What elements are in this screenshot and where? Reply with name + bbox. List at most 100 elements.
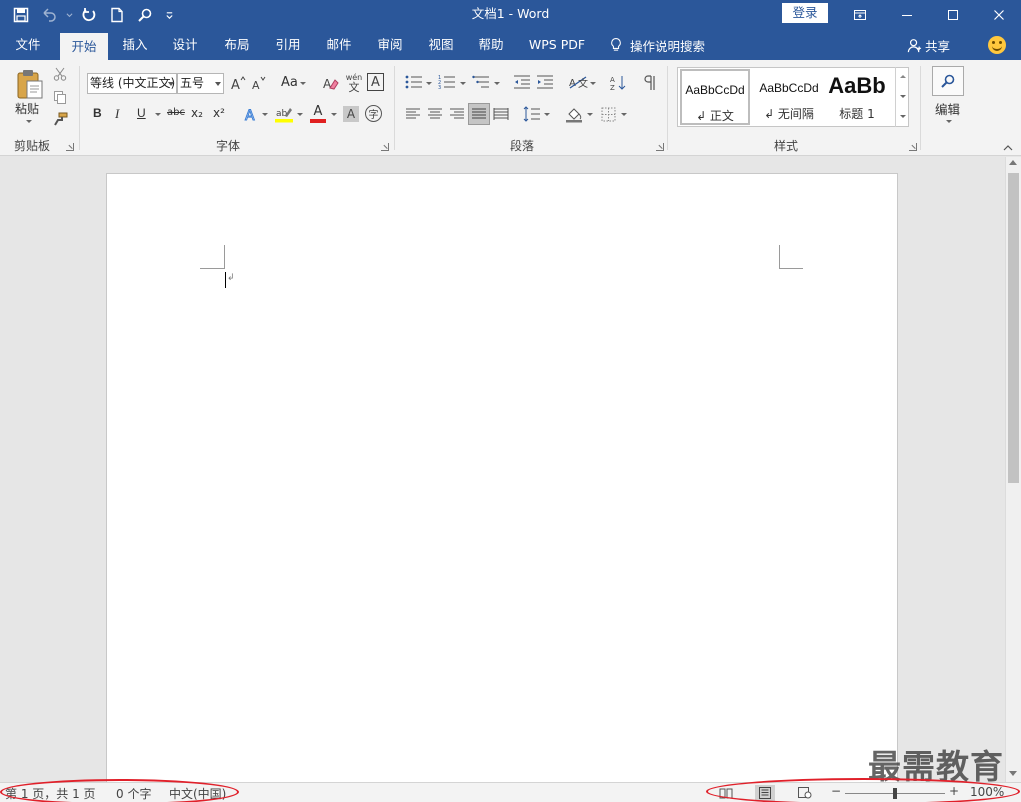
word-count[interactable]: 0 个字 bbox=[116, 785, 151, 802]
ribbon-display-options-icon[interactable] bbox=[836, 0, 884, 30]
sort-icon[interactable]: AZ bbox=[608, 73, 628, 93]
clear-formatting-icon[interactable]: A bbox=[322, 73, 340, 93]
zoom-percent[interactable]: 100% bbox=[970, 785, 1004, 799]
login-button[interactable]: 登录 bbox=[782, 3, 828, 23]
shrink-font-icon[interactable]: A bbox=[250, 73, 268, 93]
tab-review[interactable]: 审阅 bbox=[367, 30, 413, 60]
tab-wps-pdf[interactable]: WPS PDF bbox=[524, 30, 590, 60]
line-spacing-icon[interactable] bbox=[522, 105, 542, 123]
subscript-button[interactable]: x₂ bbox=[191, 106, 203, 120]
print-layout-icon[interactable] bbox=[755, 785, 775, 801]
clipboard-launcher-icon[interactable] bbox=[66, 143, 74, 151]
change-case-button[interactable]: Aa bbox=[281, 75, 298, 90]
close-icon[interactable] bbox=[975, 0, 1021, 30]
find-button[interactable] bbox=[932, 66, 964, 96]
borders-dropdown-icon[interactable] bbox=[621, 113, 627, 116]
collapse-ribbon-icon[interactable] bbox=[1002, 142, 1014, 152]
zoom-slider-thumb[interactable] bbox=[893, 788, 897, 799]
highlight-dropdown-icon[interactable] bbox=[297, 113, 303, 116]
read-mode-icon[interactable] bbox=[716, 785, 736, 801]
show-marks-icon[interactable] bbox=[640, 73, 658, 93]
zoom-in-button[interactable]: + bbox=[949, 784, 959, 798]
tab-mailings[interactable]: 邮件 bbox=[316, 30, 362, 60]
bullets-dropdown-icon[interactable] bbox=[426, 82, 432, 85]
styles-scroll[interactable] bbox=[895, 67, 909, 127]
text-effects-icon[interactable]: A bbox=[243, 104, 261, 124]
tab-design[interactable]: 设计 bbox=[162, 30, 208, 60]
underline-dropdown-icon[interactable] bbox=[155, 113, 161, 116]
distributed-icon[interactable] bbox=[492, 106, 510, 122]
language[interactable]: 中文(中国) bbox=[169, 785, 226, 802]
borders-icon[interactable] bbox=[599, 106, 617, 122]
style-heading-1[interactable]: AaBb 标题 1 bbox=[826, 69, 888, 125]
find-icon[interactable] bbox=[132, 2, 158, 28]
grow-font-icon[interactable]: A bbox=[229, 73, 247, 93]
save-icon[interactable] bbox=[8, 2, 34, 28]
format-painter-icon[interactable] bbox=[52, 111, 68, 127]
new-document-icon[interactable] bbox=[104, 2, 130, 28]
zoom-out-button[interactable]: − bbox=[831, 784, 841, 798]
character-shading-icon[interactable]: A bbox=[343, 106, 359, 122]
tab-insert[interactable]: 插入 bbox=[112, 30, 158, 60]
chinese-layout-dropdown-icon[interactable] bbox=[590, 82, 596, 85]
tab-view[interactable]: 视图 bbox=[418, 30, 464, 60]
font-size-combo[interactable]: 五号 bbox=[177, 73, 224, 94]
minimize-icon[interactable] bbox=[883, 0, 931, 30]
editing-label[interactable]: 编辑 bbox=[935, 99, 960, 118]
web-layout-icon[interactable] bbox=[795, 785, 815, 801]
enclose-characters-icon[interactable]: 字 bbox=[365, 105, 382, 122]
font-launcher-icon[interactable] bbox=[381, 143, 389, 151]
underline-button[interactable]: U bbox=[137, 106, 146, 120]
bullets-icon[interactable] bbox=[404, 73, 424, 91]
styles-down-icon[interactable] bbox=[900, 95, 906, 98]
shading-dropdown-icon[interactable] bbox=[587, 113, 593, 116]
bold-button[interactable]: B bbox=[93, 106, 102, 120]
superscript-button[interactable]: x² bbox=[213, 106, 225, 120]
styles-up-icon[interactable] bbox=[900, 75, 906, 78]
align-center-icon[interactable] bbox=[426, 106, 444, 122]
share-button[interactable]: 共享 bbox=[907, 30, 950, 60]
cut-icon[interactable] bbox=[52, 66, 68, 82]
style-no-spacing[interactable]: AaBbCcDd ↲ 无间隔 bbox=[754, 69, 824, 125]
tab-help[interactable]: 帮助 bbox=[468, 30, 514, 60]
shading-icon[interactable] bbox=[564, 104, 584, 124]
numbering-icon[interactable]: 123 bbox=[437, 73, 457, 91]
styles-more-icon[interactable] bbox=[900, 115, 906, 118]
paragraph-launcher-icon[interactable] bbox=[656, 143, 664, 151]
justify-icon[interactable] bbox=[468, 103, 490, 125]
phonetic-guide-icon[interactable]: wén 文 bbox=[344, 71, 364, 95]
decrease-indent-icon[interactable] bbox=[512, 73, 532, 91]
chinese-layout-icon[interactable]: A文 bbox=[567, 73, 589, 91]
paste-label[interactable]: 粘贴 bbox=[15, 100, 39, 117]
paste-icon[interactable] bbox=[14, 68, 46, 100]
feedback-smiley-icon[interactable] bbox=[988, 36, 1006, 54]
strikethrough-button[interactable]: abc bbox=[167, 107, 185, 118]
tab-home[interactable]: 开始 bbox=[60, 33, 108, 60]
scroll-down-icon[interactable] bbox=[1009, 771, 1017, 776]
tab-file[interactable]: 文件 bbox=[4, 30, 52, 60]
undo-icon[interactable] bbox=[36, 2, 62, 28]
style-normal[interactable]: AaBbCcDd ↲ 正文 bbox=[680, 69, 750, 125]
increase-indent-icon[interactable] bbox=[535, 73, 555, 91]
highlight-icon[interactable]: ab bbox=[274, 104, 294, 124]
font-color-dropdown-icon[interactable] bbox=[331, 113, 337, 116]
page-info[interactable]: 第 1 页，共 1 页 bbox=[5, 785, 96, 802]
styles-launcher-icon[interactable] bbox=[909, 143, 917, 151]
align-left-icon[interactable] bbox=[404, 106, 422, 122]
change-case-dropdown-icon[interactable] bbox=[300, 82, 306, 85]
align-right-icon[interactable] bbox=[448, 106, 466, 122]
editing-dropdown-icon[interactable] bbox=[946, 120, 952, 123]
scroll-thumb[interactable] bbox=[1008, 173, 1019, 483]
undo-dropdown-icon[interactable] bbox=[64, 2, 74, 28]
numbering-dropdown-icon[interactable] bbox=[460, 82, 466, 85]
maximize-icon[interactable] bbox=[929, 0, 977, 30]
font-name-combo[interactable]: 等线 (中文正文) bbox=[87, 73, 177, 94]
tab-references[interactable]: 引用 bbox=[265, 30, 311, 60]
customize-qat-icon[interactable] bbox=[160, 2, 178, 28]
line-spacing-dropdown-icon[interactable] bbox=[544, 113, 550, 116]
multilevel-dropdown-icon[interactable] bbox=[494, 82, 500, 85]
copy-icon[interactable] bbox=[52, 89, 68, 105]
paste-dropdown-icon[interactable] bbox=[26, 120, 32, 123]
redo-icon[interactable] bbox=[76, 2, 102, 28]
multilevel-list-icon[interactable] bbox=[471, 73, 491, 91]
